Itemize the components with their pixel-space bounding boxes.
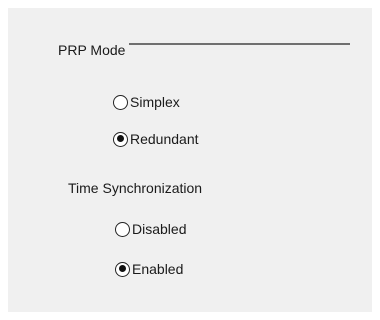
radio-redundant-label[interactable]: Redundant xyxy=(130,131,199,147)
radio-redundant[interactable]: Redundant xyxy=(113,131,199,147)
radio-enabled-label[interactable]: Enabled xyxy=(132,261,183,277)
radio-disabled[interactable]: Disabled xyxy=(115,221,186,237)
radio-enabled[interactable]: Enabled xyxy=(115,261,183,277)
radio-redundant-indicator[interactable] xyxy=(113,131,128,147)
time-sync-title: Time Synchronization xyxy=(68,180,203,196)
radio-simplex-label[interactable]: Simplex xyxy=(130,94,180,110)
radio-enabled-indicator[interactable] xyxy=(115,261,130,277)
radio-simplex-indicator[interactable] xyxy=(113,94,128,110)
prp-mode-group-header: PRP Mode xyxy=(58,40,350,60)
radio-disabled-indicator[interactable] xyxy=(115,221,130,237)
prp-mode-title: PRP Mode xyxy=(58,42,126,58)
radio-disabled-label[interactable]: Disabled xyxy=(132,221,186,237)
radio-simplex[interactable]: Simplex xyxy=(113,94,180,110)
group-divider-line xyxy=(129,43,350,45)
